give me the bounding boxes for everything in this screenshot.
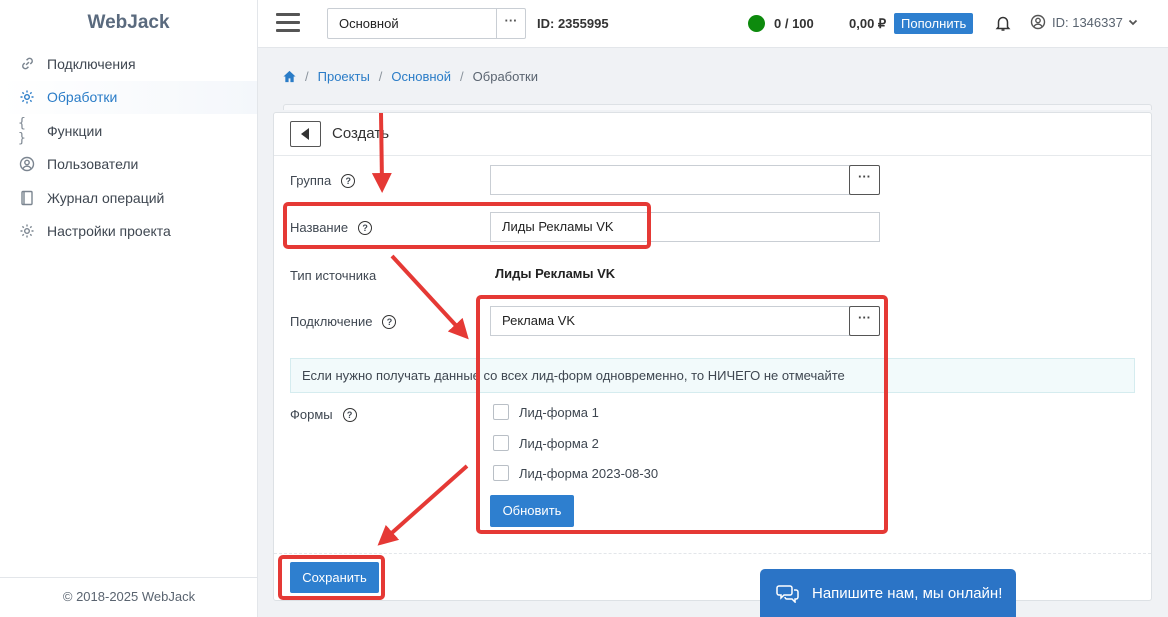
sidebar-nav: Подключения Обработки { } Функции Пользо… [0,47,257,248]
menu-toggle-icon[interactable] [276,13,300,33]
chevron-down-icon [1128,19,1137,26]
group-label: Группа ? [290,173,356,188]
copyright: © 2018-2025 WebJack [0,577,258,617]
brand-logo[interactable]: WebJack [0,0,257,46]
sidebar-item-connections[interactable]: Подключения [0,47,257,81]
breadcrumb-separator: / [305,69,309,84]
sidebar-item-label: Подключения [47,55,136,72]
breadcrumb-separator: / [460,69,464,84]
breadcrumb: / Проекты / Основной / Обработки [283,69,538,84]
bell-icon[interactable] [994,14,1012,32]
braces-icon: { } [18,115,26,146]
annotation-box-name [283,202,651,249]
home-icon[interactable] [283,70,296,83]
chat-widget[interactable]: Напишите нам, мы онлайн! [760,569,1016,617]
chat-label: Напишите нам, мы онлайн! [812,584,1003,602]
group-more-button[interactable]: ··· [849,165,880,195]
sidebar-item-label: Обработки [47,89,118,106]
sidebar-item-users[interactable]: Пользователи [0,148,257,182]
sidebar-item-functions[interactable]: { } Функции [0,114,257,148]
settings-icon [18,222,36,240]
help-icon[interactable]: ? [382,314,397,329]
sidebar-item-label: Журнал операций [47,189,165,206]
breadcrumb-separator: / [378,69,383,84]
annotation-box-save [278,555,385,600]
source-type-value: Лиды Рекламы VK [495,266,616,281]
sidebar-item-project-settings[interactable]: Настройки проекта [0,215,257,249]
chat-icon [776,585,799,603]
breadcrumb-current: Обработки [472,69,538,84]
back-button[interactable] [290,121,321,147]
sidebar: WebJack Подключения Обработки { } Функци… [0,0,258,617]
annotation-box-connection [476,295,888,534]
user-circle-icon [18,155,36,173]
project-more-button[interactable]: ··· [496,8,526,39]
topup-button[interactable]: Пополнить [894,13,974,34]
forms-label: Формы ? [290,407,357,422]
journal-icon [18,189,36,207]
status-count: 0 / 100 [774,16,814,31]
connection-label-text: Подключение [290,314,373,329]
project-id: ID: 2355995 [537,16,609,31]
topbar: Основной ··· ID: 2355995 0 / 100 0,00 ₽ … [258,0,1168,48]
sidebar-item-processing[interactable]: Обработки [0,80,257,114]
balance: 0,00 ₽ [849,16,887,31]
card-footer-divider [274,553,1151,554]
gear-icon [18,88,36,106]
user-id: ID: 1346337 [1052,14,1123,30]
breadcrumb-projects[interactable]: Проекты [318,69,370,84]
card-header: Создать [274,113,1151,156]
connection-label: Подключение ? [290,314,397,329]
sidebar-item-label: Настройки проекта [47,223,171,240]
sidebar-item-journal[interactable]: Журнал операций [0,181,257,215]
breadcrumb-project[interactable]: Основной [391,69,451,84]
help-icon[interactable]: ? [342,407,357,422]
card-stack-edge [283,104,1152,110]
sidebar-item-label: Пользователи [47,156,139,173]
group-input[interactable] [490,165,850,195]
group-label-text: Группа [290,173,332,188]
user-icon [1030,14,1046,30]
user-menu[interactable]: ID: 1346337 [1030,14,1145,30]
forms-label-text: Формы [290,407,333,422]
status-indicator [748,15,765,32]
source-type-label: Тип источника [290,268,377,283]
link-icon [18,55,36,73]
sidebar-item-label: Функции [47,122,103,139]
help-icon[interactable]: ? [341,173,356,188]
project-select[interactable]: Основной [327,8,497,39]
card-title: Создать [332,125,390,142]
